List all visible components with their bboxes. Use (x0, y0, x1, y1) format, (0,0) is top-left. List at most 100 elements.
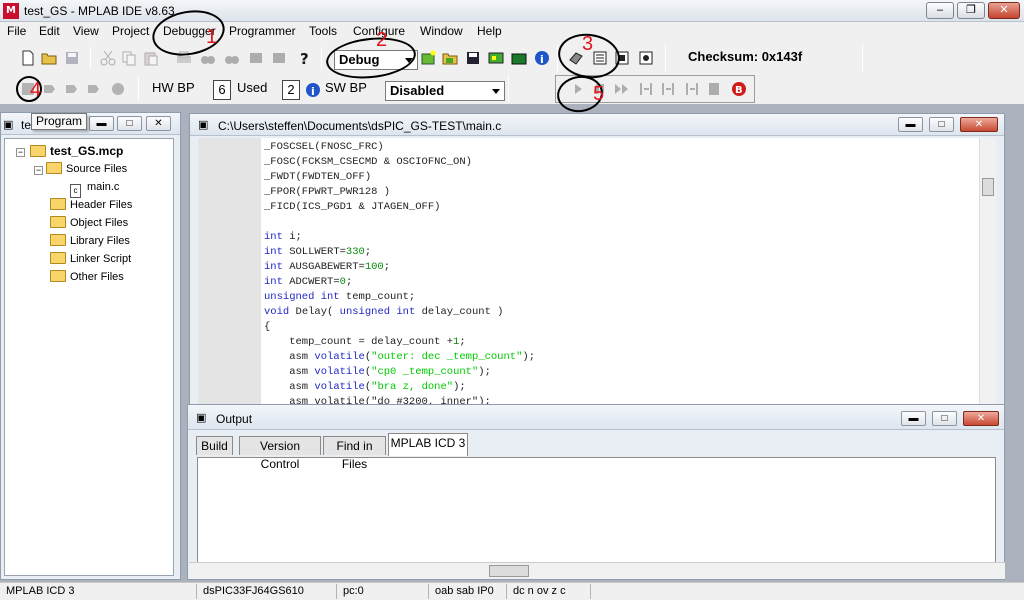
menu-window[interactable]: Window (420, 24, 463, 38)
code-line: asm volatile("do #3200, inner"); (264, 395, 491, 404)
next-bookmark-icon[interactable] (271, 50, 287, 66)
svg-text:i: i (540, 53, 544, 66)
code-line: { (264, 320, 270, 335)
menu-file[interactable]: File (7, 24, 26, 38)
step-into-icon[interactable] (638, 81, 654, 97)
reset-icon[interactable] (110, 81, 126, 97)
menu-view[interactable]: View (73, 24, 99, 38)
tree-item-object-files[interactable]: Object Files (50, 214, 128, 232)
code-token: asm volatile("do #3200, inner"); (264, 396, 491, 404)
bookmark-icon[interactable] (248, 50, 264, 66)
reset-icon[interactable] (707, 81, 723, 97)
erase-icon[interactable] (638, 50, 654, 66)
rebuild-icon[interactable] (511, 50, 527, 66)
code-token: i; (282, 231, 302, 243)
tab-build[interactable]: Build (196, 436, 233, 455)
minimize-button[interactable]: ▬ (89, 116, 114, 131)
find-icon[interactable] (200, 50, 216, 66)
close-button[interactable]: ✕ (988, 2, 1020, 19)
collapse-icon[interactable]: − (34, 166, 43, 175)
status-flags-1: oab sab IP0 (428, 584, 506, 599)
save-icon[interactable] (64, 50, 80, 66)
close-button[interactable]: ✕ (960, 117, 998, 132)
editor-scrollbar[interactable] (979, 138, 996, 404)
code-token: _FICD(ICS_PGD1 & JTAGEN_OFF) (264, 201, 441, 213)
new-project-icon[interactable] (420, 50, 436, 66)
open-folder-icon[interactable] (41, 50, 57, 66)
annotation-number: 5 (593, 83, 605, 105)
code-line: _FWDT(FWDTEN_OFF) (264, 170, 371, 185)
save-project-icon[interactable] (465, 50, 481, 66)
open-project-icon[interactable] (442, 50, 458, 66)
menu-programmer[interactable]: Programmer (229, 24, 296, 38)
tab-mplab-icd-3[interactable]: MPLAB ICD 3 (388, 433, 468, 456)
info-icon[interactable]: i (534, 50, 550, 66)
code-token: asm (264, 381, 315, 393)
code-line: unsigned int temp_count; (264, 290, 415, 305)
tree-item-other-files[interactable]: Other Files (50, 268, 124, 286)
new-file-icon[interactable] (20, 50, 36, 66)
paste-icon[interactable] (143, 50, 159, 66)
info-icon[interactable]: i (305, 82, 321, 98)
help-icon[interactable]: ? (296, 50, 312, 66)
status-programmer: MPLAB ICD 3 (6, 585, 75, 597)
maximize-button[interactable]: □ (929, 117, 954, 132)
menu-help[interactable]: Help (477, 24, 502, 38)
close-button[interactable]: ✕ (146, 116, 171, 131)
menu-edit[interactable]: Edit (39, 24, 60, 38)
build-icon[interactable] (488, 50, 504, 66)
breakpoint-icon[interactable]: B (731, 81, 747, 97)
menu-project[interactable]: Project (112, 24, 149, 38)
cut-icon[interactable] (100, 50, 116, 66)
code-token: delay_count ) (415, 306, 504, 318)
code-line: _FICD(ICS_PGD1 & JTAGEN_OFF) (264, 200, 440, 215)
code-line: int ADCWERT=0; (264, 275, 352, 290)
find-in-files-icon[interactable] (224, 50, 240, 66)
window-icon: ▣ (198, 119, 209, 131)
scrollbar-thumb[interactable] (982, 178, 994, 196)
code-editor[interactable]: _FOSCSEL(FNOSC_FRC) _FOSC(FCKSM_CSECMD & … (261, 138, 979, 404)
tab-find-in-files[interactable]: Find in Files (323, 436, 386, 471)
tree-root[interactable]: test_GS.mcp (30, 142, 123, 160)
output-text-area[interactable] (197, 457, 996, 577)
scrollbar-thumb[interactable] (489, 565, 529, 577)
window-icon: ▣ (3, 119, 14, 131)
minimize-button[interactable]: ▬ (898, 117, 923, 132)
tree-item-linker-script[interactable]: Linker Script (50, 250, 131, 268)
step-into-icon[interactable] (42, 81, 58, 97)
copy-icon[interactable] (121, 50, 137, 66)
collapse-icon[interactable]: − (16, 148, 25, 157)
code-token: "outer: dec _temp_count" (371, 351, 523, 363)
animate-icon[interactable] (614, 81, 630, 97)
tree-item-main-c[interactable]: c main.c (70, 178, 119, 198)
maximize-button[interactable]: ❐ (957, 2, 985, 19)
minimize-button[interactable]: – (926, 2, 954, 19)
code-token: volatile (314, 366, 365, 378)
step-out-icon[interactable] (684, 81, 700, 97)
sw-bp-count: 2 (282, 80, 300, 100)
maximize-button[interactable]: □ (117, 116, 142, 131)
minimize-button[interactable]: ▬ (901, 411, 926, 426)
menu-tools[interactable]: Tools (309, 24, 337, 38)
sw-bp-select[interactable]: Disabled (385, 81, 505, 101)
step-over-icon[interactable] (64, 81, 80, 97)
toolbar-separator (138, 77, 139, 101)
editor-gutter[interactable] (198, 138, 261, 404)
toolbar-separator (862, 44, 863, 72)
editor-file-path: C:\Users\steffen\Documents\dsPIC_GS-TEST… (218, 119, 502, 133)
step-over-icon[interactable] (660, 81, 676, 97)
horizontal-scrollbar[interactable] (189, 562, 1005, 579)
code-token: unsigned int (264, 291, 340, 303)
step-out-icon[interactable] (86, 81, 102, 97)
code-token: int (264, 246, 283, 258)
close-button[interactable]: ✕ (963, 411, 999, 426)
code-token: 330 (345, 246, 365, 258)
sw-bp-label: SW BP (325, 80, 367, 95)
maximize-button[interactable]: □ (932, 411, 957, 426)
tree-item-source-files[interactable]: Source Files (46, 160, 127, 178)
code-line: asm volatile("bra z, done"); (264, 380, 465, 395)
tab-version-control[interactable]: Version Control (239, 436, 321, 471)
output-window: ▣ Output ▬ □ ✕ (187, 404, 1005, 580)
tree-item-library-files[interactable]: Library Files (50, 232, 130, 250)
tree-item-header-files[interactable]: Header Files (50, 196, 132, 214)
